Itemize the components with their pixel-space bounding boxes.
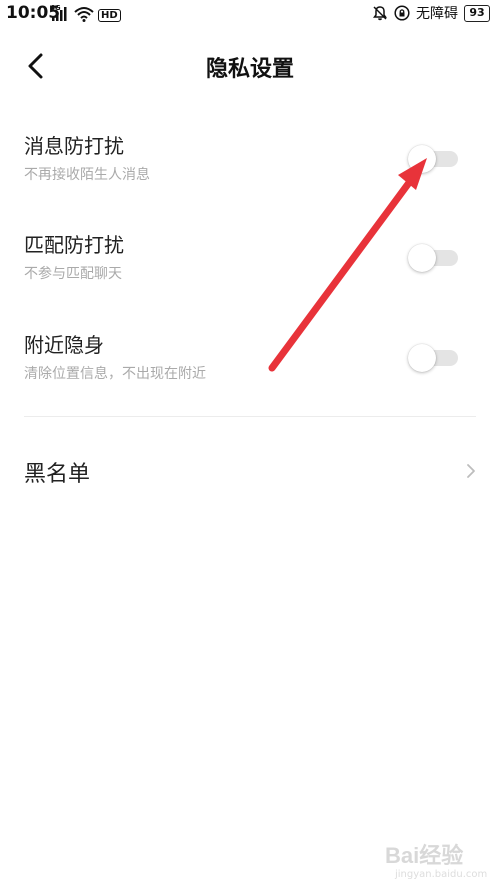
accessibility-text: 无障碍 <box>416 6 458 22</box>
hd-icon: HD <box>98 9 121 22</box>
nearby-invisible-toggle[interactable] <box>408 343 460 372</box>
hd-label: HD <box>101 10 118 21</box>
watermark-sub: jingyan.baidu.com <box>395 869 488 880</box>
nav-header: 隐私设置 <box>0 38 500 94</box>
lock-rotation-icon <box>394 5 410 21</box>
status-icons-right: 无障碍 93 <box>372 3 490 23</box>
signal-icon: 4G <box>50 4 70 22</box>
message-dnd-toggle[interactable] <box>408 144 460 173</box>
watermark-main: Bai经验 <box>385 843 464 868</box>
chevron-right-icon <box>467 464 475 478</box>
setting-subtitle: 清除位置信息，不出现在附近 <box>24 366 206 382</box>
setting-title: 消息防打扰 <box>24 134 124 158</box>
baidu-watermark: Bai经验 jingyan.baidu.com <box>385 836 497 884</box>
blacklist-row[interactable]: 黑名单 <box>0 450 500 496</box>
privacy-settings-screen: 10:05 4G HD 无障碍 93 隐私设置 消息防打扰 不再接收陌生人消息 … <box>0 0 500 889</box>
setting-subtitle: 不再接收陌生人消息 <box>24 167 150 183</box>
battery-level: 93 <box>469 5 485 19</box>
status-icons-left: 4G HD <box>50 4 121 22</box>
match-dnd-toggle[interactable] <box>408 243 460 272</box>
battery-icon: 93 <box>464 4 490 22</box>
setting-row-nearby-invisible[interactable]: 附近隐身 清除位置信息，不出现在附近 <box>0 329 500 419</box>
section-divider <box>24 416 476 417</box>
setting-title: 附近隐身 <box>24 333 104 357</box>
setting-row-message-dnd[interactable]: 消息防打扰 不再接收陌生人消息 <box>0 130 500 220</box>
page-title: 隐私设置 <box>205 57 294 82</box>
setting-subtitle: 不参与匹配聊天 <box>24 266 122 282</box>
setting-title: 匹配防打扰 <box>24 233 124 257</box>
toggle-knob <box>408 344 436 372</box>
mute-bell-icon <box>372 5 388 21</box>
blacklist-label: 黑名单 <box>24 462 91 487</box>
setting-row-match-dnd[interactable]: 匹配防打扰 不参与匹配聊天 <box>0 229 500 319</box>
status-bar: 10:05 4G HD 无障碍 93 <box>0 0 500 28</box>
toggle-knob <box>408 244 436 272</box>
wifi-icon <box>74 6 94 22</box>
toggle-knob <box>408 145 436 173</box>
